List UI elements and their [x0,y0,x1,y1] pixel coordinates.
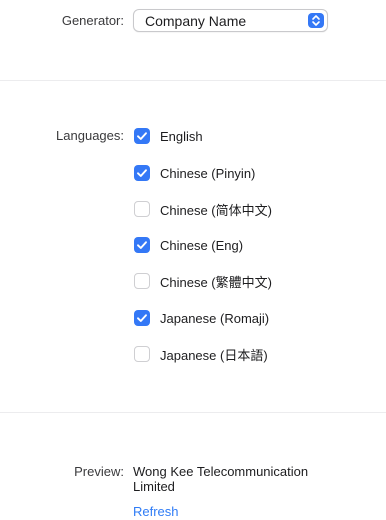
checkbox-label: Chinese (繁體中文) [160,274,272,290]
refresh-link[interactable]: Refresh [133,504,179,519]
checkbox-checked-icon [134,310,150,326]
checkbox-label: Chinese (Eng) [160,237,244,253]
language-checkbox-chinese-pinyin[interactable]: Chinese (Pinyin) [134,164,255,182]
preview-label: Preview: [74,464,124,479]
checkbox-unchecked-icon [134,201,150,217]
checkbox-checked-icon [134,237,150,253]
divider [0,412,386,413]
language-checkbox-chinese-traditional[interactable]: Chinese (繁體中文) [134,272,272,290]
checkbox-label: Japanese (日本語) [160,347,268,363]
generator-selected-value: Company Name [145,13,247,29]
generator-popup[interactable]: Company Name [133,9,328,32]
language-checkbox-japanese-romaji[interactable]: Japanese (Romaji) [134,309,269,327]
generator-label: Generator: [61,13,124,28]
language-checkbox-japanese[interactable]: Japanese (日本語) [134,345,268,363]
up-down-chevron-icon [308,13,324,28]
language-checkbox-chinese-simplified[interactable]: Chinese (简体中文) [134,200,272,218]
languages-label: Languages: [56,128,124,143]
checkbox-label: English [160,128,203,144]
checkbox-label: Chinese (Pinyin) [160,165,256,181]
language-checkbox-chinese-eng[interactable]: Chinese (Eng) [134,236,243,254]
checkbox-unchecked-icon [134,273,150,289]
preview-text: Wong Kee Telecommunication Limited [133,464,309,494]
checkbox-checked-icon [134,165,150,181]
checkbox-checked-icon [134,128,150,144]
divider [0,80,386,81]
language-checkbox-english[interactable]: English [134,127,203,145]
checkbox-unchecked-icon [134,346,150,362]
checkbox-label: Japanese (Romaji) [160,310,270,326]
checkbox-label: Chinese (简体中文) [160,202,272,218]
